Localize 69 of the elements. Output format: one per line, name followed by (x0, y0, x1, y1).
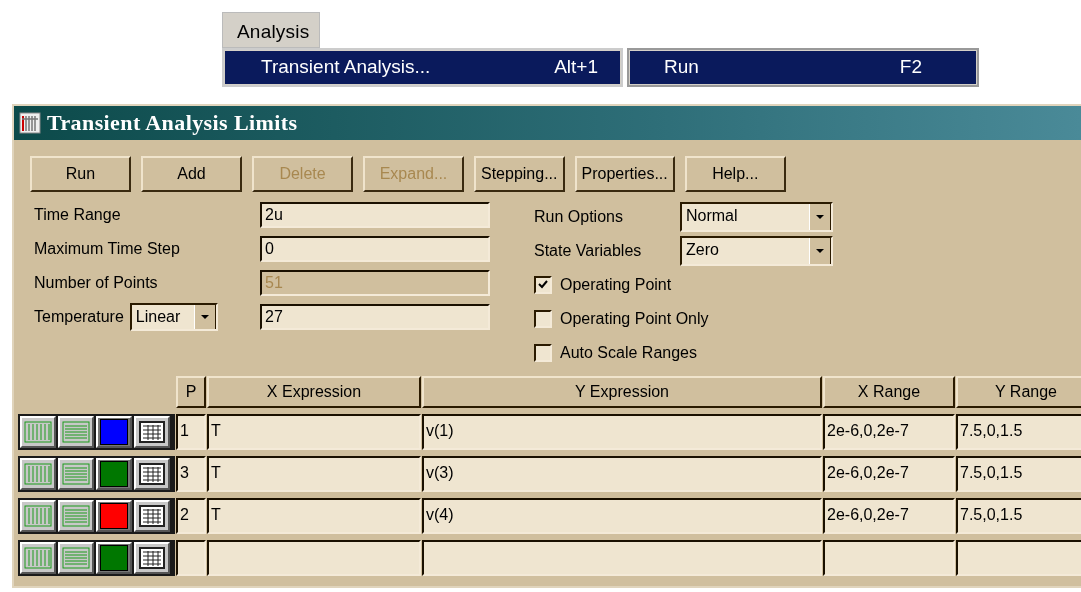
table-icon[interactable] (134, 458, 170, 490)
x-expression-field[interactable] (207, 540, 421, 576)
dropdown-arrow-icon (200, 314, 209, 320)
check-mark-icon (537, 279, 549, 291)
horizontal-grid-icon[interactable] (58, 542, 94, 574)
input-field[interactable]: 27 (260, 304, 490, 330)
y-expression-field[interactable] (422, 540, 822, 576)
option-label: State Variables (534, 242, 643, 260)
x-range-field[interactable]: 2e-6,0,2e-7 (823, 456, 955, 492)
vertical-grid-icon[interactable] (20, 542, 56, 574)
checkbox[interactable] (534, 310, 552, 328)
x-range-field[interactable] (823, 540, 955, 576)
plot-number-field[interactable] (176, 540, 206, 576)
x-range-field[interactable]: 2e-6,0,2e-7 (823, 498, 955, 534)
y-expression-field[interactable]: v(4) (422, 498, 822, 534)
y-range-field[interactable]: 7.5,0,1.5 (956, 414, 1081, 450)
column-header: X Expression (207, 376, 421, 408)
plot-number-field[interactable]: 2 (176, 498, 206, 534)
field-label: Number of Points (34, 274, 159, 292)
column-header: Y Range (956, 376, 1081, 408)
dropdown[interactable]: Zero (680, 236, 833, 266)
x-expression-field[interactable]: T (207, 414, 421, 450)
input-field[interactable]: 0 (260, 236, 490, 262)
x-expression-field[interactable]: T (207, 456, 421, 492)
x-expression-field[interactable]: T (207, 498, 421, 534)
checkbox-label: Auto Scale Ranges (560, 344, 697, 362)
y-range-field[interactable] (956, 540, 1081, 576)
y-expression-field[interactable]: v(1) (422, 414, 822, 450)
column-header: X Range (823, 376, 955, 408)
column-header: Y Expression (422, 376, 822, 408)
y-range-field[interactable]: 7.5,0,1.5 (956, 456, 1081, 492)
horizontal-grid-icon[interactable] (58, 416, 94, 448)
table-icon[interactable] (134, 416, 170, 448)
toolbar-button[interactable]: Stepping... (474, 156, 565, 192)
plot-number-field[interactable]: 1 (176, 414, 206, 450)
dropdown[interactable]: Linear (129, 303, 218, 331)
analysis-menu[interactable]: Analysis (222, 12, 321, 48)
toolbar-button[interactable]: Properties... (574, 156, 675, 192)
horizontal-grid-icon[interactable] (58, 500, 94, 532)
toolbar-button[interactable]: Run (30, 156, 131, 192)
input-field[interactable]: 2u (260, 202, 490, 228)
dropdown-arrow-icon (816, 214, 824, 220)
table-icon[interactable] (134, 500, 170, 532)
checkbox[interactable] (534, 276, 552, 294)
window-title: Transient Analysis Limits (47, 110, 298, 136)
menu-item[interactable]: Run F2 (630, 51, 976, 84)
x-range-field[interactable]: 2e-6,0,2e-7 (823, 414, 955, 450)
table-icon[interactable] (134, 542, 170, 574)
vertical-grid-icon[interactable] (20, 416, 56, 448)
horizontal-grid-icon[interactable] (58, 458, 94, 490)
toolbar-button[interactable]: Add (141, 156, 242, 192)
vertical-grid-icon[interactable] (20, 458, 56, 490)
menu-item[interactable]: Transient Analysis... Alt+1 (225, 51, 620, 84)
y-expression-field[interactable]: v(3) (422, 456, 822, 492)
y-range-field[interactable]: 7.5,0,1.5 (956, 498, 1081, 534)
checkbox-label: Operating Point Only (560, 310, 709, 328)
plot-number-field[interactable]: 3 (176, 456, 206, 492)
column-header: P (176, 376, 206, 408)
checkbox[interactable] (534, 344, 552, 362)
field-label: Time Range (34, 206, 122, 224)
vertical-grid-icon[interactable] (20, 500, 56, 532)
toolbar-button[interactable]: Help... (684, 156, 786, 192)
dropdown-arrow-icon (816, 248, 824, 254)
dropdown[interactable]: Normal (680, 202, 833, 232)
field-label: Temperature (34, 308, 124, 326)
option-label: Run Options (534, 208, 624, 226)
checkbox-label: Operating Point (560, 276, 672, 294)
window-icon (19, 112, 41, 134)
field-label: Maximum Time Step (34, 240, 181, 258)
